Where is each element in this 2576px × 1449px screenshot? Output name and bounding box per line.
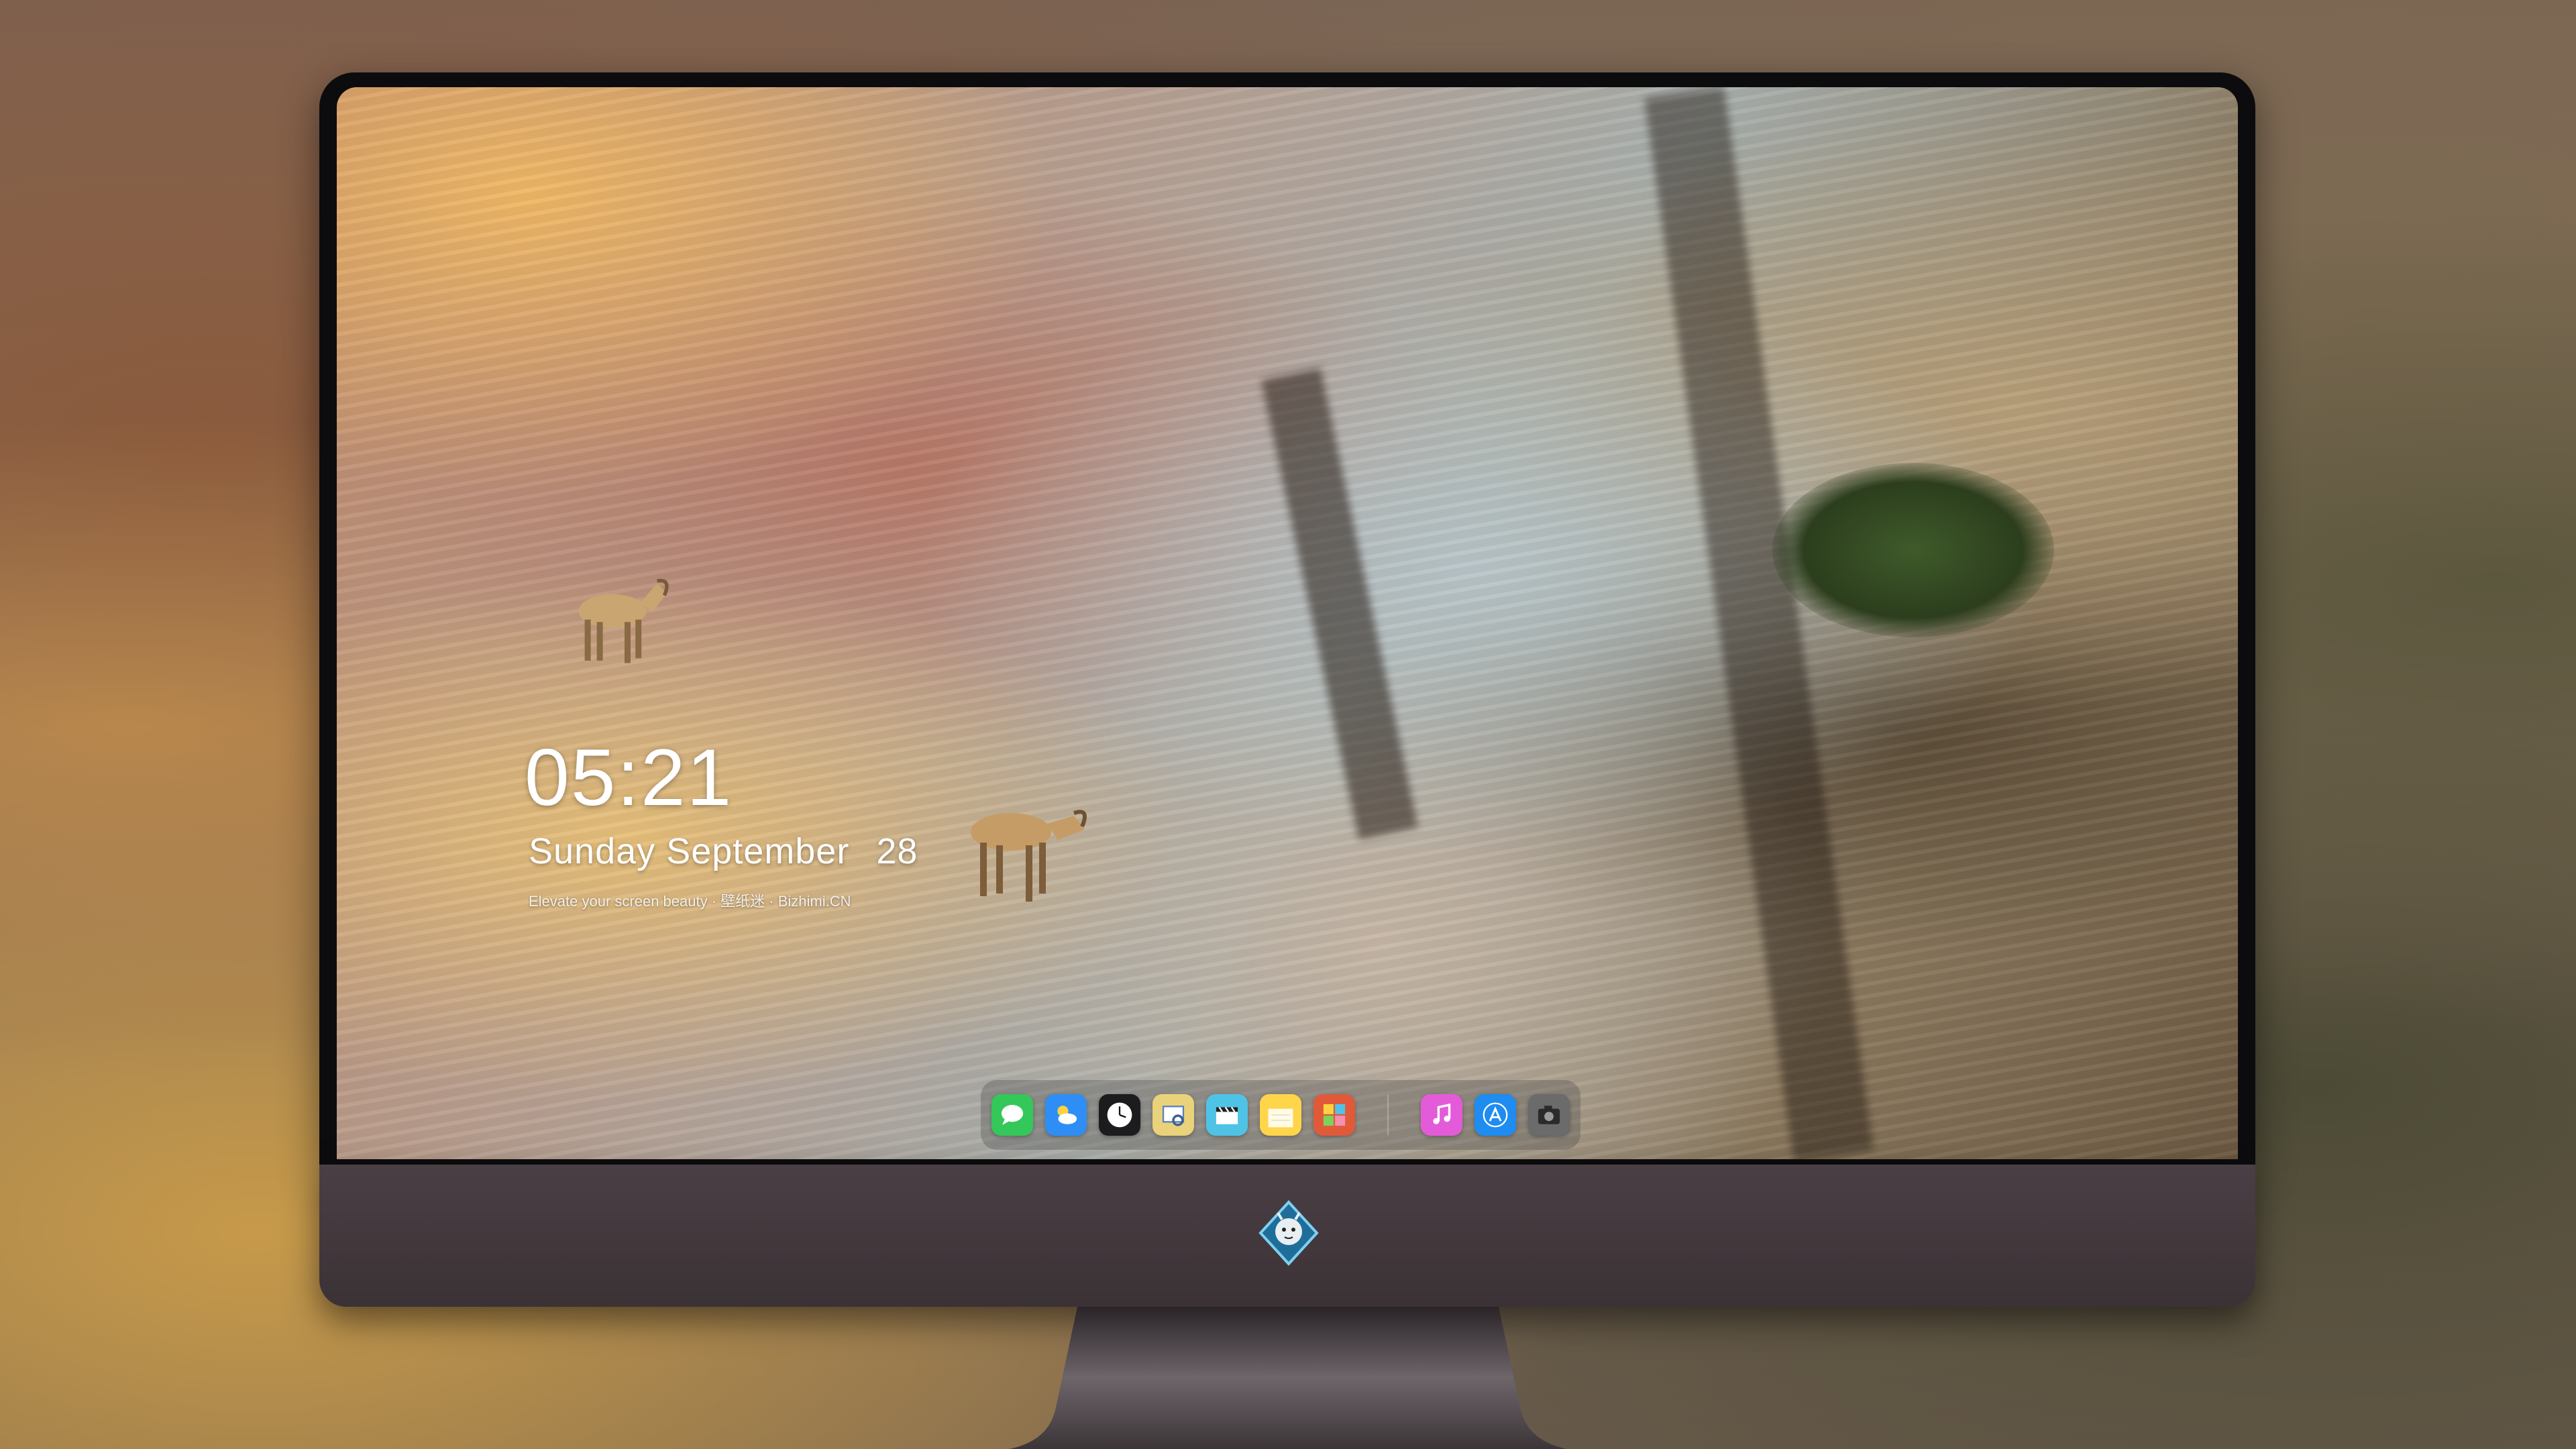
dock-separator [1387,1095,1389,1135]
dock [981,1080,1580,1150]
clips-icon[interactable] [1206,1094,1248,1136]
dragon-logo-icon [1258,1200,1319,1266]
weather-icon[interactable] [1045,1094,1087,1136]
lockscreen-time: 05:21 [525,733,733,822]
date-weekday: Sunday [529,831,656,871]
camera-icon[interactable] [1528,1094,1570,1136]
notes-icon[interactable] [1260,1094,1301,1136]
messages-icon[interactable] [991,1094,1033,1136]
appstore-icon[interactable] [1474,1094,1516,1136]
date-month: September [666,831,850,871]
date-day: 28 [876,831,918,871]
monitor-stand [1009,1307,1567,1449]
clock-icon[interactable] [1099,1094,1140,1136]
desktop-screen[interactable]: 05:21 Sunday September 28 Elevate your s… [337,87,2238,1159]
monitor-bezel: 05:21 Sunday September 28 Elevate your s… [319,72,2255,1165]
wallpaper-bush [1772,463,2054,637]
photobooth-icon[interactable] [1313,1094,1355,1136]
goat-image [578,578,669,663]
wallpaper-caption: Elevate your screen beauty · 壁纸迷 · Bizhi… [529,893,851,910]
preview-icon[interactable] [1152,1094,1194,1136]
lockscreen-date: Sunday September 28 [529,830,918,872]
goat-image [971,810,1087,902]
monitor: 05:21 Sunday September 28 Elevate your s… [319,72,2255,1307]
music-icon[interactable] [1421,1094,1462,1136]
